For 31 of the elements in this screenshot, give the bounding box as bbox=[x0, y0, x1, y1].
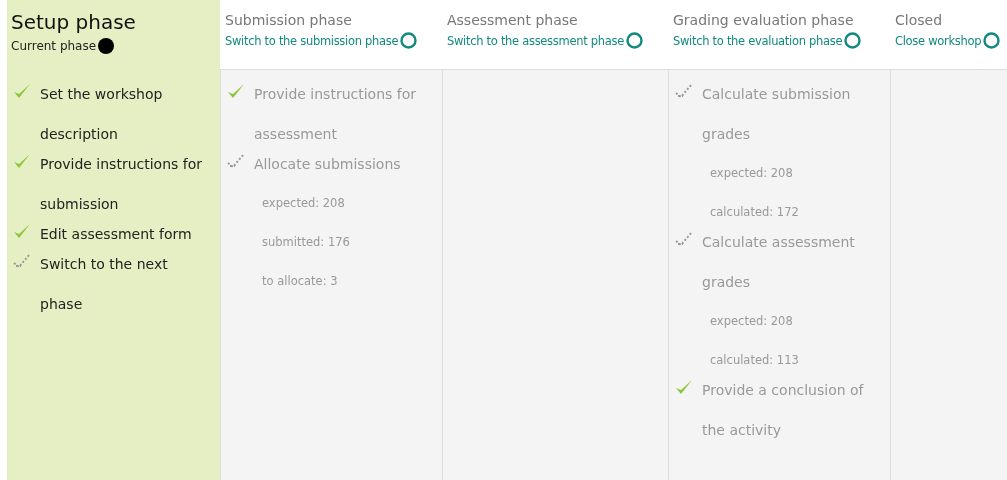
switch-phase-link[interactable]: Switch to the evaluation phase bbox=[673, 33, 843, 48]
task-detail: expected: 208 bbox=[709, 313, 794, 330]
phase-title: Grading evaluation phase bbox=[673, 12, 855, 28]
task-detail: submitted: 176 bbox=[261, 234, 351, 251]
switch-phase-link[interactable]: Switch to the submission phase bbox=[225, 33, 399, 48]
switch-phase-link[interactable]: Switch to the assessment phase bbox=[447, 33, 624, 48]
task-label: Set the workshop description bbox=[40, 85, 164, 144]
current-phase-dot-icon bbox=[98, 38, 115, 54]
circle-icon[interactable] bbox=[400, 32, 418, 49]
task-label: Edit assessment form bbox=[40, 225, 193, 244]
task-detail: to allocate: 3 bbox=[261, 273, 339, 290]
task-label: Allocate submissions bbox=[254, 155, 402, 174]
current-phase-label: Current phase bbox=[11, 39, 97, 53]
phase-title: Setup phase bbox=[11, 10, 137, 34]
task-detail: calculated: 172 bbox=[709, 204, 800, 221]
task-detail: expected: 208 bbox=[261, 195, 346, 212]
task-label: Provide a conclusion of the activity bbox=[702, 381, 865, 440]
circle-icon[interactable] bbox=[983, 32, 1001, 49]
task-label: Provide instructions for submission bbox=[40, 155, 204, 214]
circle-icon[interactable] bbox=[844, 32, 862, 49]
task-label: Switch to the next phase bbox=[40, 255, 169, 314]
circle-icon[interactable] bbox=[625, 32, 643, 49]
task-label: Provide instructions for assessment bbox=[254, 85, 418, 144]
task-label: Calculate assessment grades bbox=[702, 233, 856, 292]
task-detail: calculated: 113 bbox=[709, 352, 800, 369]
phase-title: Submission phase bbox=[225, 12, 353, 28]
switch-phase-link[interactable]: Close workshop bbox=[895, 33, 982, 48]
phase-title: Closed bbox=[895, 12, 944, 28]
task-label: Calculate submission grades bbox=[702, 85, 852, 144]
phase-title: Assessment phase bbox=[447, 12, 579, 28]
task-detail: expected: 208 bbox=[709, 165, 794, 182]
